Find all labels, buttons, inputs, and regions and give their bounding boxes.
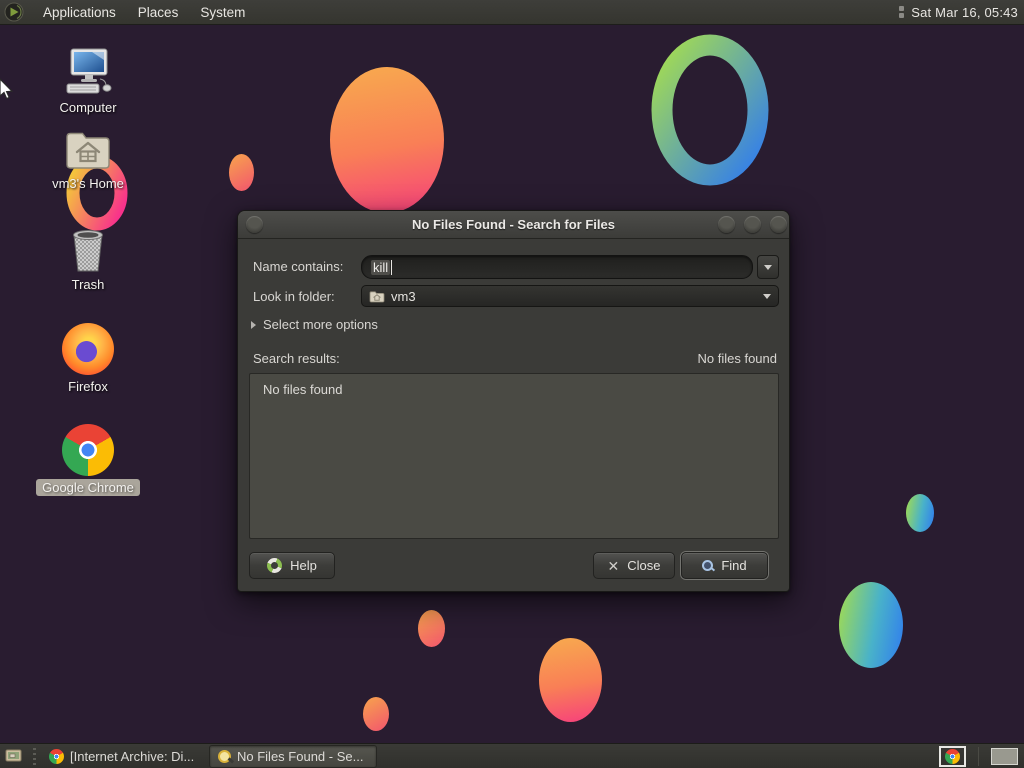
look-in-folder-label: Look in folder: xyxy=(253,289,335,304)
menu-system[interactable]: System xyxy=(189,0,256,25)
expander-arrow-icon xyxy=(251,320,256,329)
chevron-down-icon xyxy=(764,264,772,270)
dialog-titlebar[interactable]: No Files Found - Search for Files xyxy=(238,211,789,239)
trash-icon xyxy=(73,230,103,272)
menu-places[interactable]: Places xyxy=(127,0,190,25)
clock[interactable]: Sat Mar 16, 05:43 xyxy=(911,5,1018,20)
desktop-icon-label: Firefox xyxy=(68,379,108,394)
chrome-icon xyxy=(945,748,960,764)
wallpaper-blob xyxy=(906,494,934,532)
wallpaper-blob xyxy=(418,610,445,647)
chrome-icon xyxy=(49,748,64,764)
name-contains-dropdown-button[interactable] xyxy=(757,255,779,279)
desktop-icon-computer[interactable]: Computer xyxy=(28,46,148,116)
mouse-cursor xyxy=(0,78,14,100)
menu-applications[interactable]: Applications xyxy=(32,0,127,25)
search-icon xyxy=(702,560,714,571)
help-button[interactable]: Help xyxy=(249,552,335,579)
maximize-button[interactable] xyxy=(744,216,761,233)
taskbar-item-internet-archive[interactable]: [Internet Archive: Di... xyxy=(41,745,204,768)
search-results-label: Search results: xyxy=(253,351,340,366)
expander-label: Select more options xyxy=(263,317,378,332)
firefox-icon xyxy=(62,323,114,375)
look-in-folder-value: vm3 xyxy=(391,288,416,304)
show-desktop-button[interactable] xyxy=(2,746,26,767)
minimize-button[interactable] xyxy=(718,216,735,233)
home-folder-small-icon xyxy=(369,290,385,302)
wallpaper-blob xyxy=(330,67,444,213)
home-folder-icon xyxy=(66,132,110,169)
computer-icon xyxy=(66,48,112,94)
wallpaper-blob xyxy=(539,638,602,722)
desktop-icon-home[interactable]: vm3's Home xyxy=(28,128,148,192)
system-tray xyxy=(939,745,1024,767)
workspace-switcher[interactable] xyxy=(991,747,1018,765)
search-files-dialog: No Files Found - Search for Files Name c… xyxy=(237,210,790,592)
input-selected-text: kill xyxy=(371,259,391,275)
look-in-folder-combobox[interactable]: vm3 xyxy=(361,285,779,307)
top-panel: Applications Places System Sat Mar 16, 0… xyxy=(0,0,1024,25)
chevron-down-icon xyxy=(763,293,771,299)
taskbar-item-label: [Internet Archive: Di... xyxy=(70,748,195,764)
search-results-list[interactable]: No files found xyxy=(249,373,779,539)
desktop-icon-chrome[interactable]: Google Chrome xyxy=(28,424,148,496)
desktop-icon-label: Google Chrome xyxy=(36,479,140,496)
desktop-icon-label: Computer xyxy=(59,100,117,115)
close-window-button[interactable] xyxy=(770,216,787,233)
wallpaper-ring-large xyxy=(651,34,769,186)
search-icon xyxy=(218,749,231,763)
results-empty-text: No files found xyxy=(263,382,343,397)
more-options-expander[interactable]: Select more options xyxy=(251,317,378,332)
close-button[interactable]: ✕ Close xyxy=(593,552,675,579)
distro-menu-icon[interactable] xyxy=(4,2,24,22)
tray-chrome-indicator[interactable] xyxy=(939,745,966,767)
show-desktop-icon xyxy=(5,749,22,762)
wallpaper-blob xyxy=(839,582,903,668)
text-caret xyxy=(391,259,393,275)
wallpaper-blob xyxy=(363,697,389,731)
help-button-label: Help xyxy=(290,558,317,573)
bottom-panel: [Internet Archive: Di... No Files Found … xyxy=(0,743,1024,768)
wallpaper-blob xyxy=(229,154,254,191)
find-button[interactable]: Find xyxy=(681,552,768,579)
close-button-label: Close xyxy=(627,558,661,573)
name-contains-input[interactable]: kill xyxy=(361,255,753,279)
desktop-icon-trash[interactable]: Trash xyxy=(28,226,148,293)
help-icon xyxy=(267,558,283,573)
chrome-icon xyxy=(62,424,114,476)
taskbar-item-label: No Files Found - Se... xyxy=(237,748,364,764)
desktop-icon-firefox[interactable]: Firefox xyxy=(28,323,148,395)
panel-separator xyxy=(978,746,979,766)
panel-indicator-icon[interactable] xyxy=(899,6,905,18)
taskbar-item-search-files[interactable]: No Files Found - Se... xyxy=(209,744,377,768)
desktop-icon-label: vm3's Home xyxy=(52,176,124,191)
panel-handle[interactable] xyxy=(33,747,36,765)
find-button-label: Find xyxy=(721,558,747,573)
desktop-icon-label: Trash xyxy=(71,277,105,292)
close-icon: ✕ xyxy=(607,557,620,574)
window-menu-button[interactable] xyxy=(246,216,263,233)
name-contains-label: Name contains: xyxy=(253,259,344,274)
dialog-title: No Files Found - Search for Files xyxy=(412,217,615,232)
results-status: No files found xyxy=(697,351,778,366)
desktop-screen: Applications Places System Sat Mar 16, 0… xyxy=(0,0,1024,768)
